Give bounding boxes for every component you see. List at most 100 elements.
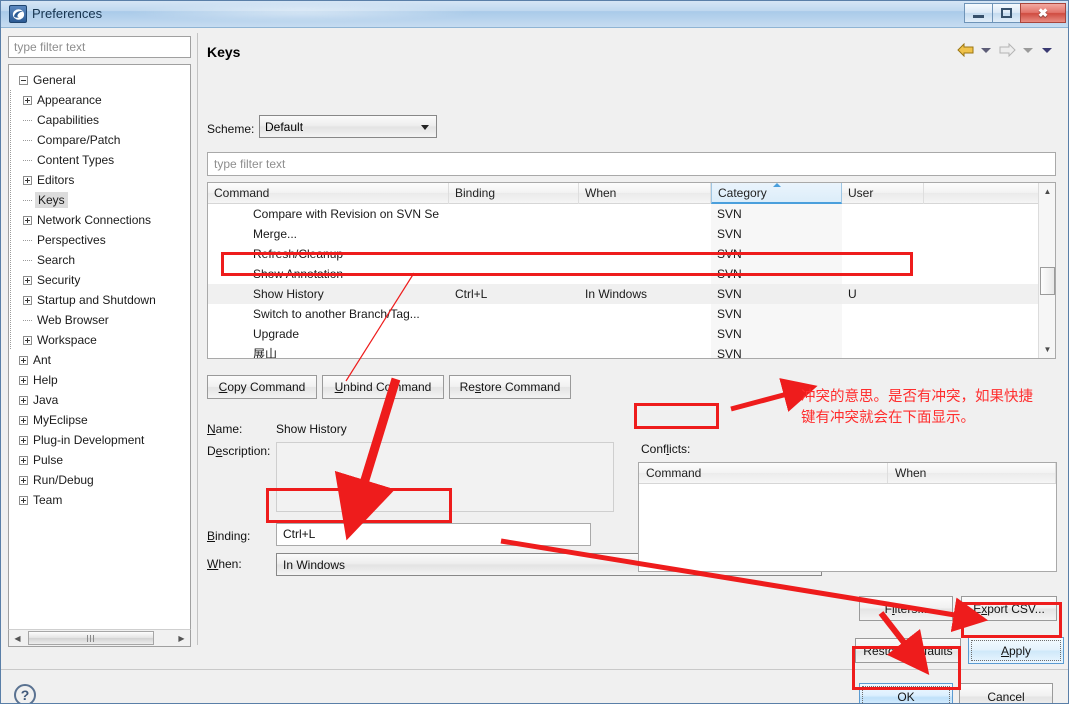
scroll-right-icon[interactable]: ▶ xyxy=(173,630,190,646)
sidebar-item-pulse[interactable]: Pulse xyxy=(9,450,190,470)
tree-horizontal-scrollbar[interactable]: ◀ ▶ xyxy=(8,629,191,647)
minimize-button[interactable] xyxy=(964,3,993,23)
page-menu-chevron-down-icon[interactable] xyxy=(1042,47,1052,53)
expand-icon[interactable] xyxy=(19,415,28,425)
collapse-icon[interactable] xyxy=(19,75,28,85)
table-row[interactable]: Show Annotation SVN xyxy=(208,264,1055,284)
table-row[interactable]: Merge... SVN xyxy=(208,224,1055,244)
cell-filler xyxy=(924,324,1055,344)
preferences-tree[interactable]: General Appearance Capabilities Compare/Pat… xyxy=(8,64,191,629)
restore-command-button[interactable]: Restore Command xyxy=(449,375,571,399)
sidebar-item-perspectives[interactable]: Perspectives xyxy=(9,230,190,250)
table-row[interactable]: Show History Ctrl+L In Windows SVN U xyxy=(208,284,1055,304)
sidebar-item-editors[interactable]: Editors xyxy=(9,170,190,190)
filters-label: lters... xyxy=(894,601,928,616)
table-row[interactable]: 展山 SVN xyxy=(208,344,1055,358)
sidebar-item-content-types[interactable]: Content Types xyxy=(9,150,190,170)
expand-icon[interactable] xyxy=(23,175,32,185)
scheme-select[interactable]: Default xyxy=(259,115,437,138)
sidebar-item-search[interactable]: Search xyxy=(9,250,190,270)
keys-preference-page: Keys Scheme: Default type filter text Co… xyxy=(197,33,1064,664)
sidebar-filter-input[interactable]: type filter text xyxy=(8,36,191,58)
title-bar: Preferences ✖ xyxy=(1,1,1068,28)
help-question-icon[interactable]: ? xyxy=(14,684,36,703)
sidebar-item-keys[interactable]: Keys xyxy=(9,190,190,210)
apply-button[interactable]: Apply xyxy=(968,637,1064,664)
cell-user xyxy=(842,244,924,264)
expand-icon[interactable] xyxy=(23,215,32,225)
sidebar-item-compare-patch[interactable]: Compare/Patch xyxy=(9,130,190,150)
column-header-user[interactable]: User xyxy=(842,183,924,204)
copy-command-button[interactable]: Copy Command xyxy=(207,375,317,399)
when-label: When: xyxy=(207,557,242,571)
column-header-command[interactable]: Command xyxy=(208,183,449,204)
table-row[interactable]: Compare with Revision on SVN Se SVN xyxy=(208,204,1055,224)
sidebar-item-general[interactable]: General xyxy=(9,70,190,90)
column-header-category[interactable]: Category xyxy=(711,183,842,204)
filters-button[interactable]: Filters... xyxy=(859,596,953,621)
back-history-chevron-down-icon[interactable] xyxy=(981,47,991,53)
sidebar-item-run-debug[interactable]: Run/Debug xyxy=(9,470,190,490)
ok-button[interactable]: OK xyxy=(859,683,953,703)
vscroll-thumb[interactable] xyxy=(1040,267,1055,295)
expand-icon[interactable] xyxy=(19,475,28,485)
conflicts-column-header-command[interactable]: Command xyxy=(639,463,888,483)
column-header-when[interactable]: When xyxy=(579,183,711,204)
cell-user xyxy=(842,204,924,224)
expand-icon[interactable] xyxy=(19,395,28,405)
expand-icon[interactable] xyxy=(23,335,32,345)
scroll-down-icon[interactable]: ▼ xyxy=(1039,341,1055,358)
expand-icon[interactable] xyxy=(19,495,28,505)
sidebar-item-help[interactable]: Help xyxy=(9,370,190,390)
scroll-left-icon[interactable]: ◀ xyxy=(9,630,26,646)
conflicts-column-header-when[interactable]: When xyxy=(888,463,1056,483)
table-row[interactable]: Upgrade SVN xyxy=(208,324,1055,344)
column-header-binding[interactable]: Binding xyxy=(449,183,579,204)
cell-user xyxy=(842,224,924,244)
sidebar-item-label: Help xyxy=(33,373,58,387)
sidebar-item-startup-and-shutdown[interactable]: Startup and Shutdown xyxy=(9,290,190,310)
hscroll-thumb[interactable] xyxy=(28,631,154,645)
expand-icon[interactable] xyxy=(19,455,28,465)
table-row[interactable]: Refresh/Cleanup SVN xyxy=(208,244,1055,264)
key-bindings-table[interactable]: Command Binding When Category User Compare w… xyxy=(207,182,1056,359)
sidebar-item-workspace[interactable]: Workspace xyxy=(9,330,190,350)
keys-filter-input[interactable]: type filter text xyxy=(207,152,1056,176)
cell-command: Merge... xyxy=(253,227,298,241)
scroll-up-icon[interactable]: ▲ xyxy=(1039,183,1055,200)
sidebar-item-capabilities[interactable]: Capabilities xyxy=(9,110,190,130)
sidebar-item-ant[interactable]: Ant xyxy=(9,350,190,370)
sidebar-item-label: Workspace xyxy=(37,333,97,347)
hscroll-track[interactable] xyxy=(26,630,173,646)
expand-icon[interactable] xyxy=(19,375,28,385)
conflicts-table[interactable]: Command When xyxy=(638,462,1057,572)
unbind-command-button[interactable]: Unbind Command xyxy=(322,375,444,399)
cell-binding xyxy=(449,244,579,264)
sidebar-item-label: Appearance xyxy=(37,93,102,107)
sidebar-item-web-browser[interactable]: Web Browser xyxy=(9,310,190,330)
table-row[interactable]: Switch to another Branch/Tag... SVN xyxy=(208,304,1055,324)
export-csv-button[interactable]: Export CSV... xyxy=(961,596,1057,621)
close-button[interactable]: ✖ xyxy=(1020,3,1066,23)
sidebar-item-security[interactable]: Security xyxy=(9,270,190,290)
sidebar-item-team[interactable]: Team xyxy=(9,490,190,510)
expand-icon[interactable] xyxy=(23,275,32,285)
sidebar-item-plug-in-development[interactable]: Plug-in Development xyxy=(9,430,190,450)
maximize-button[interactable] xyxy=(992,3,1021,23)
sidebar-item-java[interactable]: Java xyxy=(9,390,190,410)
cell-user xyxy=(842,344,924,358)
binding-input[interactable]: Ctrl+L xyxy=(276,523,591,546)
back-arrow-icon[interactable] xyxy=(955,41,975,59)
expand-icon[interactable] xyxy=(23,95,32,105)
restore-defaults-button[interactable]: Restore Defaults xyxy=(855,638,961,663)
description-textarea[interactable] xyxy=(276,442,614,512)
table-vertical-scrollbar[interactable]: ▲ ▼ xyxy=(1038,183,1055,358)
expand-icon[interactable] xyxy=(19,355,28,365)
conflicts-header-row: Command When xyxy=(639,463,1056,484)
sidebar-item-network-connections[interactable]: Network Connections xyxy=(9,210,190,230)
sidebar-item-myeclipse[interactable]: MyEclipse xyxy=(9,410,190,430)
sidebar-item-appearance[interactable]: Appearance xyxy=(9,90,190,110)
expand-icon[interactable] xyxy=(19,435,28,445)
expand-icon[interactable] xyxy=(23,295,32,305)
cancel-button[interactable]: Cancel xyxy=(959,683,1053,703)
